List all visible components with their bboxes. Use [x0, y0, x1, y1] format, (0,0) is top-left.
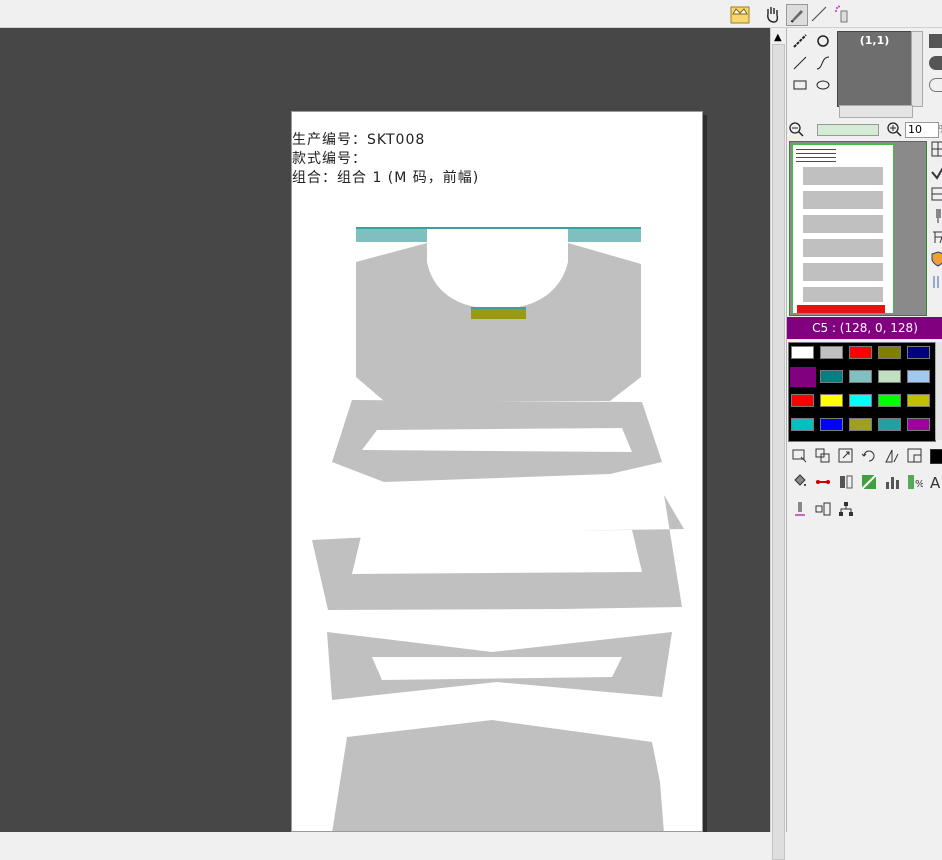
chart-bars-icon[interactable] — [883, 473, 901, 491]
flip-icon[interactable] — [883, 447, 901, 465]
palette-swatch[interactable] — [820, 346, 843, 359]
document-page[interactable]: 生产编号：SKT008 款式编号： 组合：组合 1 (M 码，前幅) — [291, 111, 703, 832]
grid-icon[interactable] — [929, 140, 942, 158]
text-icon[interactable]: A — [928, 473, 942, 491]
zoom-input[interactable]: 10 — [905, 122, 939, 138]
brush-icon[interactable] — [791, 32, 809, 50]
preview-scrollbar-h[interactable] — [839, 105, 913, 118]
palette-swatch[interactable] — [789, 366, 817, 388]
knit-pattern[interactable] — [292, 112, 703, 832]
palette-swatch[interactable] — [849, 394, 872, 407]
palette-swatch[interactable] — [907, 394, 930, 407]
color-indicator[interactable] — [930, 449, 942, 464]
upper-body-panel — [356, 243, 641, 401]
zoom-slider[interactable] — [817, 124, 879, 136]
measure-icon[interactable] — [814, 473, 832, 491]
rib-band-left — [356, 228, 427, 242]
check-icon[interactable] — [929, 163, 942, 181]
page-thumbnail[interactable] — [789, 141, 927, 316]
zoom-suffix: % — [938, 123, 942, 136]
rotate-icon[interactable] — [860, 447, 878, 465]
preview-coordinate: (1,1) — [859, 34, 890, 47]
line-tool-icon[interactable] — [791, 54, 809, 72]
palette-swatch[interactable] — [907, 418, 930, 431]
palette-swatch[interactable] — [878, 346, 901, 359]
palette-swatch[interactable] — [849, 346, 872, 359]
rectangle-tool-icon[interactable] — [791, 76, 809, 94]
lower-body-panel — [332, 720, 664, 831]
palette-swatch[interactable] — [820, 370, 843, 383]
right-tool-panel: (1,1) 10 % C5 : (128, 0, 128) — [786, 28, 942, 832]
stylus-icon[interactable] — [791, 500, 809, 518]
zoom-in-icon[interactable] — [885, 120, 903, 138]
current-color-label: C5 : (128, 0, 128) — [787, 317, 942, 339]
svg-text:%: % — [915, 479, 923, 490]
percent-icon[interactable]: % — [906, 473, 924, 491]
scroll-up-icon[interactable]: ▲ — [774, 32, 782, 43]
align-icon[interactable] — [814, 500, 832, 518]
zoom-preview[interactable]: (1,1) — [837, 31, 912, 107]
shape-circle-outline[interactable] — [929, 78, 942, 92]
ellipse-tool-icon[interactable] — [814, 76, 832, 94]
palette-swatch[interactable] — [820, 418, 843, 431]
canvas-vertical-scrollbar[interactable]: ▲ — [770, 28, 787, 860]
pen-nib-icon[interactable] — [786, 4, 808, 26]
pin-icon[interactable] — [929, 207, 942, 225]
table-icon[interactable] — [929, 185, 942, 203]
neck-label — [471, 308, 526, 319]
shape-circle-swatch[interactable] — [929, 56, 942, 70]
palette-swatch[interactable] — [791, 346, 814, 359]
palette-swatch[interactable] — [878, 370, 901, 383]
scroll-thumb[interactable] — [772, 44, 785, 860]
bucket-icon[interactable] — [791, 473, 809, 491]
palette-swatch[interactable] — [878, 418, 901, 431]
palette-swatch[interactable] — [849, 370, 872, 383]
palette-swatch[interactable] — [849, 418, 872, 431]
zoom-out-icon[interactable] — [787, 120, 805, 138]
copy-icon[interactable] — [814, 447, 832, 465]
top-toolbar — [0, 0, 942, 28]
transparency-icon[interactable] — [860, 473, 878, 491]
palette-swatch[interactable] — [907, 370, 930, 383]
curve-tool-icon[interactable] — [814, 54, 832, 72]
crop-icon[interactable] — [906, 447, 924, 465]
select-icon[interactable] — [791, 447, 809, 465]
crown-icon[interactable] — [730, 4, 750, 24]
split-icon[interactable] — [837, 473, 855, 491]
palette-scrollbar[interactable] — [935, 342, 942, 440]
rib-band-right — [568, 228, 641, 242]
shield-icon[interactable] — [929, 250, 942, 268]
bars-icon[interactable] — [929, 273, 942, 291]
palette-swatch[interactable] — [791, 418, 814, 431]
palette-swatch[interactable] — [791, 394, 814, 407]
svg-text:A: A — [930, 474, 941, 490]
hierarchy-icon[interactable] — [837, 500, 855, 518]
shape-rect-swatch[interactable] — [929, 34, 942, 48]
palette-swatch[interactable] — [820, 394, 843, 407]
resize-icon[interactable] — [837, 447, 855, 465]
preview-scrollbar-v[interactable] — [911, 31, 923, 107]
spray-icon[interactable] — [832, 4, 852, 24]
palette-swatch[interactable] — [907, 346, 930, 359]
paper-shadow — [703, 115, 707, 832]
palette-swatch[interactable] — [878, 394, 901, 407]
hand-icon[interactable] — [762, 4, 782, 24]
line-pen-icon[interactable] — [809, 4, 829, 24]
fill-icon[interactable] — [814, 32, 832, 50]
degree-icon[interactable] — [929, 228, 942, 246]
zoom-value: 10 — [908, 123, 922, 136]
